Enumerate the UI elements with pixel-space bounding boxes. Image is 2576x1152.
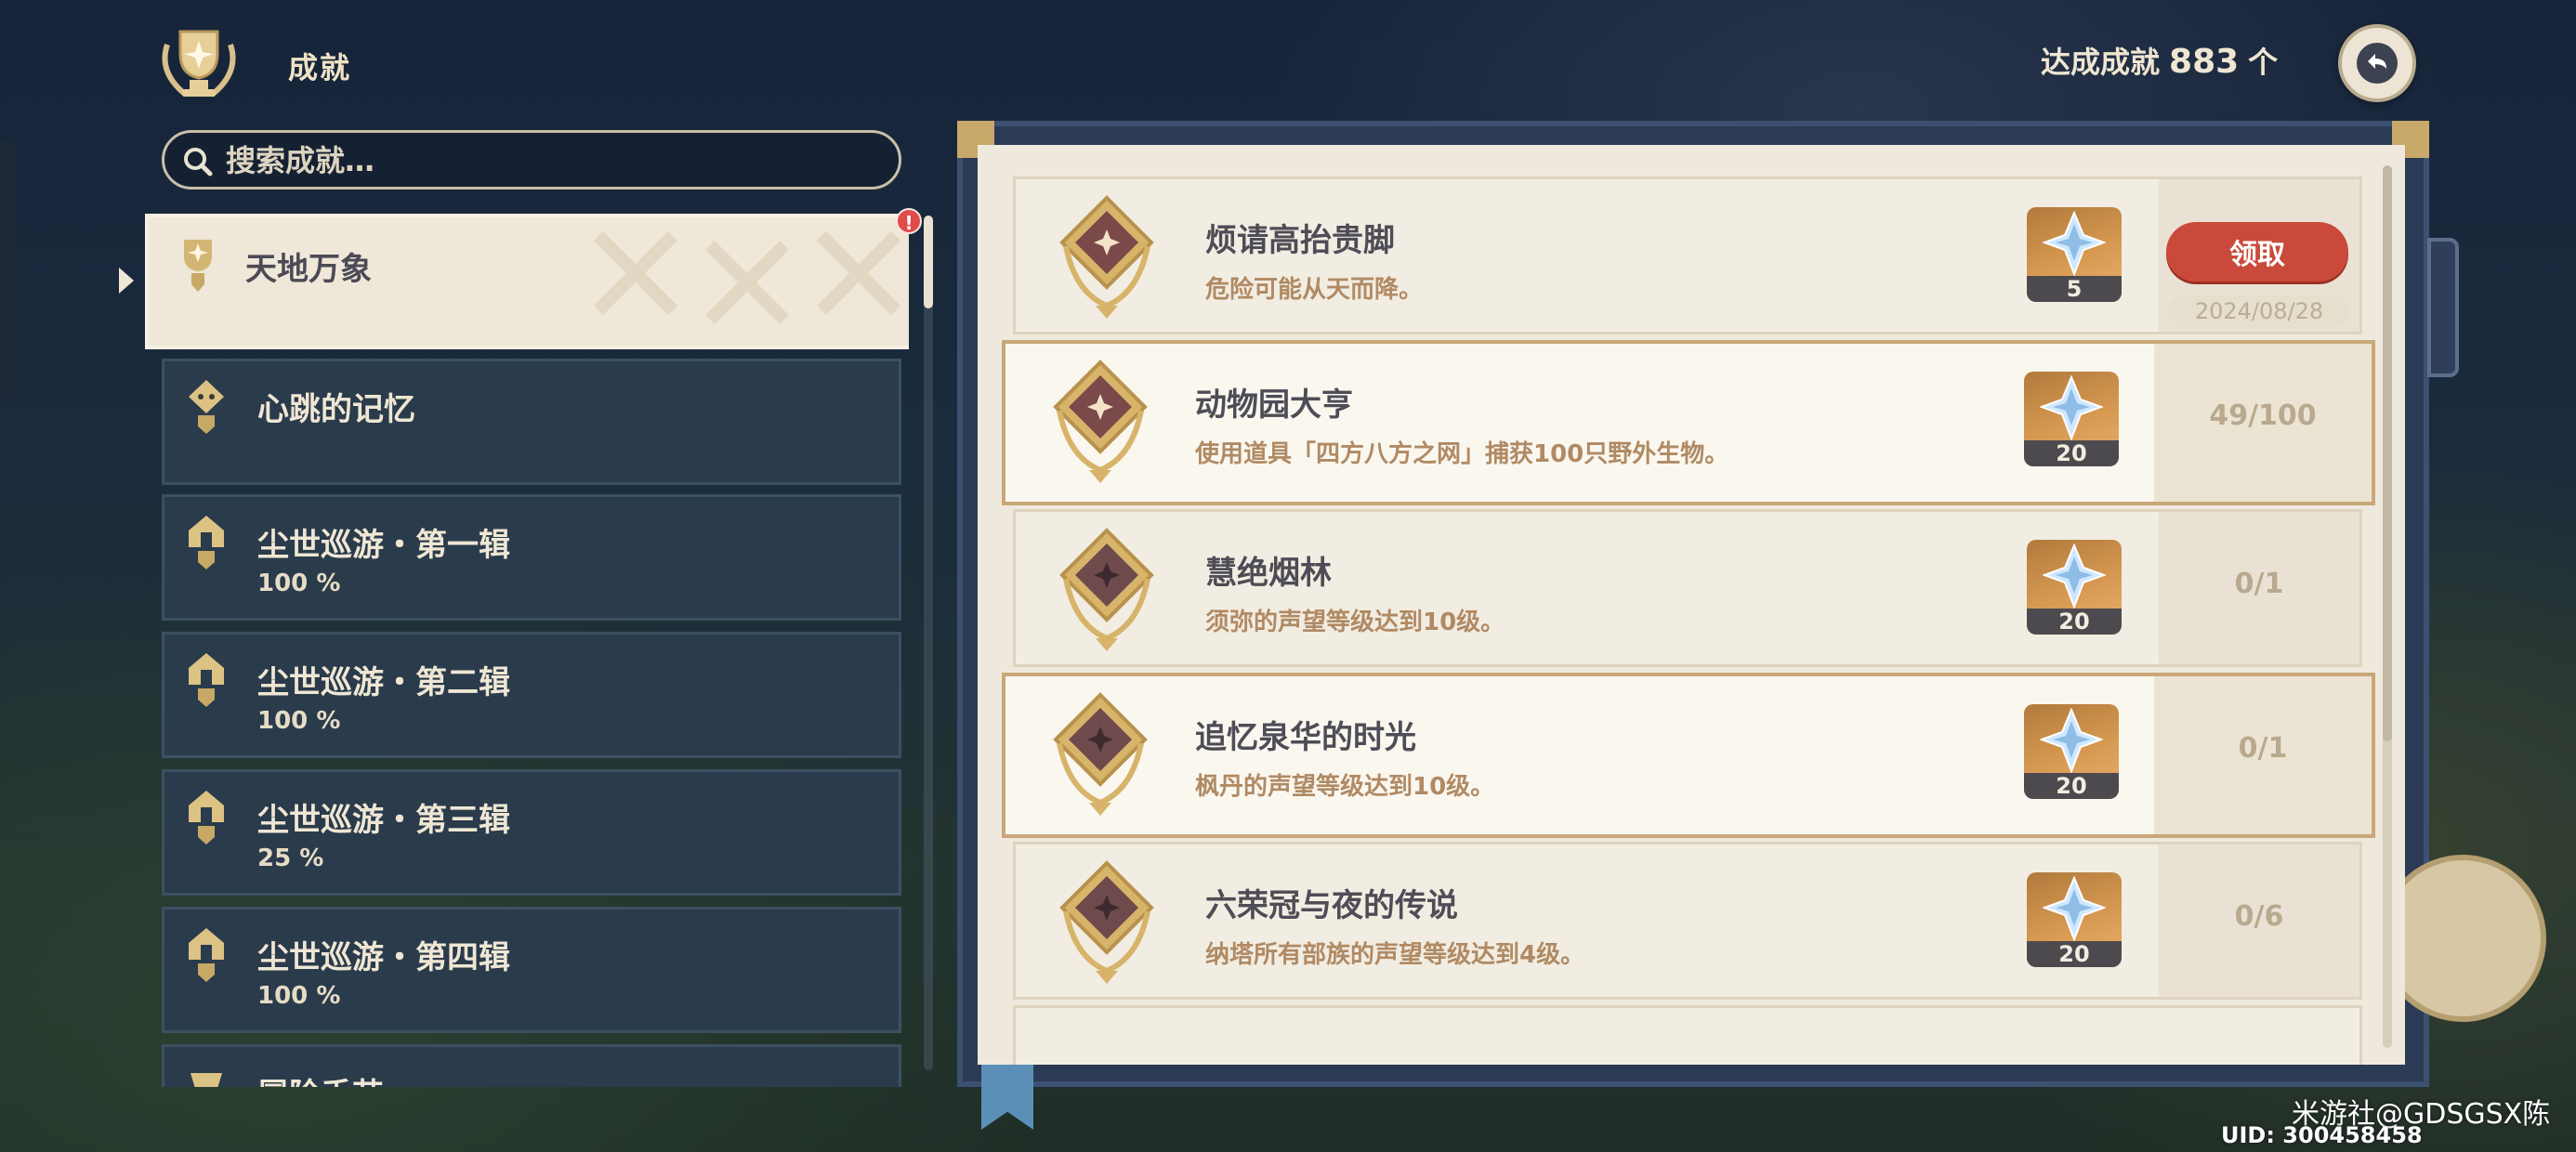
- status-column: 49/100: [2154, 344, 2372, 502]
- category-label: 尘世巡游・第四辑: [257, 939, 510, 976]
- achievement-title: 慧绝烟林: [1205, 555, 1332, 592]
- achievement-title: 追忆泉华的时光: [1195, 719, 1416, 756]
- category-label: 尘世巡游・第一辑: [257, 527, 510, 564]
- achievement-progress: 0/6: [2234, 900, 2284, 933]
- category-tool-icon: [191, 1073, 222, 1087]
- category-item-chenshixunyou-4[interactable]: 尘世巡游・第四辑 100 %: [162, 907, 901, 1033]
- category-scrollbar[interactable]: [924, 216, 933, 1070]
- achievement-description: 纳塔所有部族的声望等级达到4级。: [1205, 941, 1585, 969]
- achievement-row[interactable]: 六荣冠与夜的传说 纳塔所有部族的声望等级达到4级。 20 0/6: [1013, 842, 2362, 1000]
- primogem-icon: [2040, 375, 2103, 440]
- category-label: 心跳的记忆: [257, 391, 415, 428]
- category-percent: 100 %: [257, 982, 341, 1010]
- achievement-description: 危险可能从天而降。: [1205, 276, 1424, 304]
- left-edge-handle: [0, 139, 19, 399]
- achievement-title: 动物园大亨: [1195, 386, 1353, 424]
- achievement-count-label: 达成成就: [2041, 45, 2161, 80]
- category-item-chenshixunyou-2[interactable]: 尘世巡游・第二辑 100 %: [162, 632, 901, 758]
- category-item-xintiaodejiyi[interactable]: 心跳的记忆: [162, 359, 901, 485]
- player-uid: UID: 300458458: [2221, 1122, 2423, 1148]
- achievement-row-partial[interactable]: [1013, 1005, 2362, 1065]
- primogem-icon: [2043, 211, 2106, 276]
- category-label: 尘世巡游・第三辑: [257, 802, 510, 839]
- reward-count: 20: [2027, 941, 2122, 967]
- achievement-row[interactable]: 慧绝烟林 须弥的声望等级达到10级。 20 0/1: [1013, 509, 2362, 667]
- category-house-icon: [189, 928, 224, 982]
- achievement-title: 烦请高抬贵脚: [1205, 222, 1395, 259]
- achievement-count-value: 883: [2169, 43, 2240, 81]
- page-title: 成就: [288, 50, 352, 85]
- primogem-reward: 20: [2024, 372, 2119, 466]
- selected-indicator-arrow: [119, 268, 134, 294]
- category-item-chenshixunyou-3[interactable]: 尘世巡游・第三辑 25 %: [162, 769, 901, 896]
- claim-button[interactable]: 领取: [2166, 222, 2348, 281]
- achievement-medal-icon: [1059, 528, 1154, 651]
- achievement-progress: 0/1: [2238, 732, 2288, 765]
- achievement-description: 须弥的声望等级达到10级。: [1205, 609, 1505, 636]
- achievement-scrollbar[interactable]: [2383, 165, 2392, 1048]
- achievement-medal-icon: [1053, 692, 1148, 816]
- achievement-count-unit: 个: [2248, 45, 2279, 80]
- achievement-date: 2024/08/28: [2168, 295, 2350, 328]
- primogem-reward: 20: [2027, 540, 2122, 635]
- achievement-title: 六荣冠与夜的传说: [1205, 887, 1458, 924]
- achievement-description: 使用道具「四方八方之网」捕获100只野外生物。: [1195, 440, 1729, 468]
- return-arrow-icon: [2357, 43, 2398, 84]
- pattern-decoration-icon: [594, 231, 900, 324]
- primogem-icon: [2043, 876, 2106, 941]
- achievement-progress: 0/1: [2234, 568, 2284, 600]
- category-label: 天地万象: [245, 251, 372, 288]
- category-item-tiandiwanxiang[interactable]: 天地万象: [145, 214, 909, 349]
- category-trophy-icon: [184, 240, 212, 292]
- status-column: 0/6: [2159, 844, 2359, 997]
- achievement-medal-icon: [1059, 195, 1154, 319]
- search-box[interactable]: [162, 130, 901, 190]
- category-percent: 100 %: [257, 707, 341, 735]
- back-button[interactable]: [2338, 24, 2416, 102]
- category-badge-icon: [189, 380, 224, 434]
- category-house-icon: [189, 653, 224, 707]
- trophy-emblem-icon: [162, 30, 236, 98]
- primogem-icon: [2040, 708, 2103, 773]
- notification-badge: !: [896, 208, 922, 234]
- primogem-reward: 20: [2024, 704, 2119, 799]
- category-house-icon: [189, 516, 224, 569]
- category-percent: 100 %: [257, 569, 341, 597]
- category-scrollbar-thumb[interactable]: [924, 216, 933, 308]
- primogem-icon: [2043, 543, 2106, 609]
- category-item-chenshixunyou-1[interactable]: 尘世巡游・第一辑 100 %: [162, 494, 901, 621]
- primogem-reward: 20: [2027, 872, 2122, 967]
- achievement-progress: 49/100: [2209, 399, 2317, 432]
- category-list: 天地万象 心跳的记忆 尘世巡游・第一辑 100 % 尘世巡游・第二辑 100 %: [145, 214, 909, 1087]
- reward-count: 20: [2024, 440, 2119, 466]
- search-input[interactable]: [226, 140, 876, 181]
- reward-count: 20: [2027, 609, 2122, 635]
- achievement-scrollbar-thumb[interactable]: [2383, 165, 2392, 741]
- achievement-count: 达成成就 883 个: [2041, 39, 2278, 82]
- category-percent: 25 %: [257, 844, 324, 872]
- achievement-medal-icon: [1059, 860, 1154, 984]
- achievement-row[interactable]: 动物园大亨 使用道具「四方八方之网」捕获100只野外生物。 20 49/100: [1002, 340, 2375, 505]
- achievement-row[interactable]: 烦请高抬贵脚 危险可能从天而降。 5 领取 2024/08/28: [1013, 177, 2362, 334]
- status-column: 0/1: [2159, 512, 2359, 664]
- primogem-reward: 5: [2027, 207, 2122, 302]
- achievement-row[interactable]: 追忆泉华的时光 枫丹的声望等级达到10级。 20 0/1: [1002, 673, 2375, 838]
- reward-count: 5: [2027, 276, 2122, 302]
- category-label: 冒险手艺: [257, 1069, 384, 1087]
- achievement-medal-icon: [1053, 360, 1148, 483]
- category-item-maoxianshouyi[interactable]: 冒险手艺: [162, 1044, 901, 1087]
- status-column: 0/1: [2154, 676, 2372, 834]
- reward-count: 20: [2024, 773, 2119, 799]
- search-icon: [184, 148, 213, 177]
- achievement-description: 枫丹的声望等级达到10级。: [1195, 773, 1495, 801]
- category-label: 尘世巡游・第二辑: [257, 664, 510, 701]
- category-house-icon: [189, 791, 224, 844]
- book-tab: [2427, 238, 2459, 377]
